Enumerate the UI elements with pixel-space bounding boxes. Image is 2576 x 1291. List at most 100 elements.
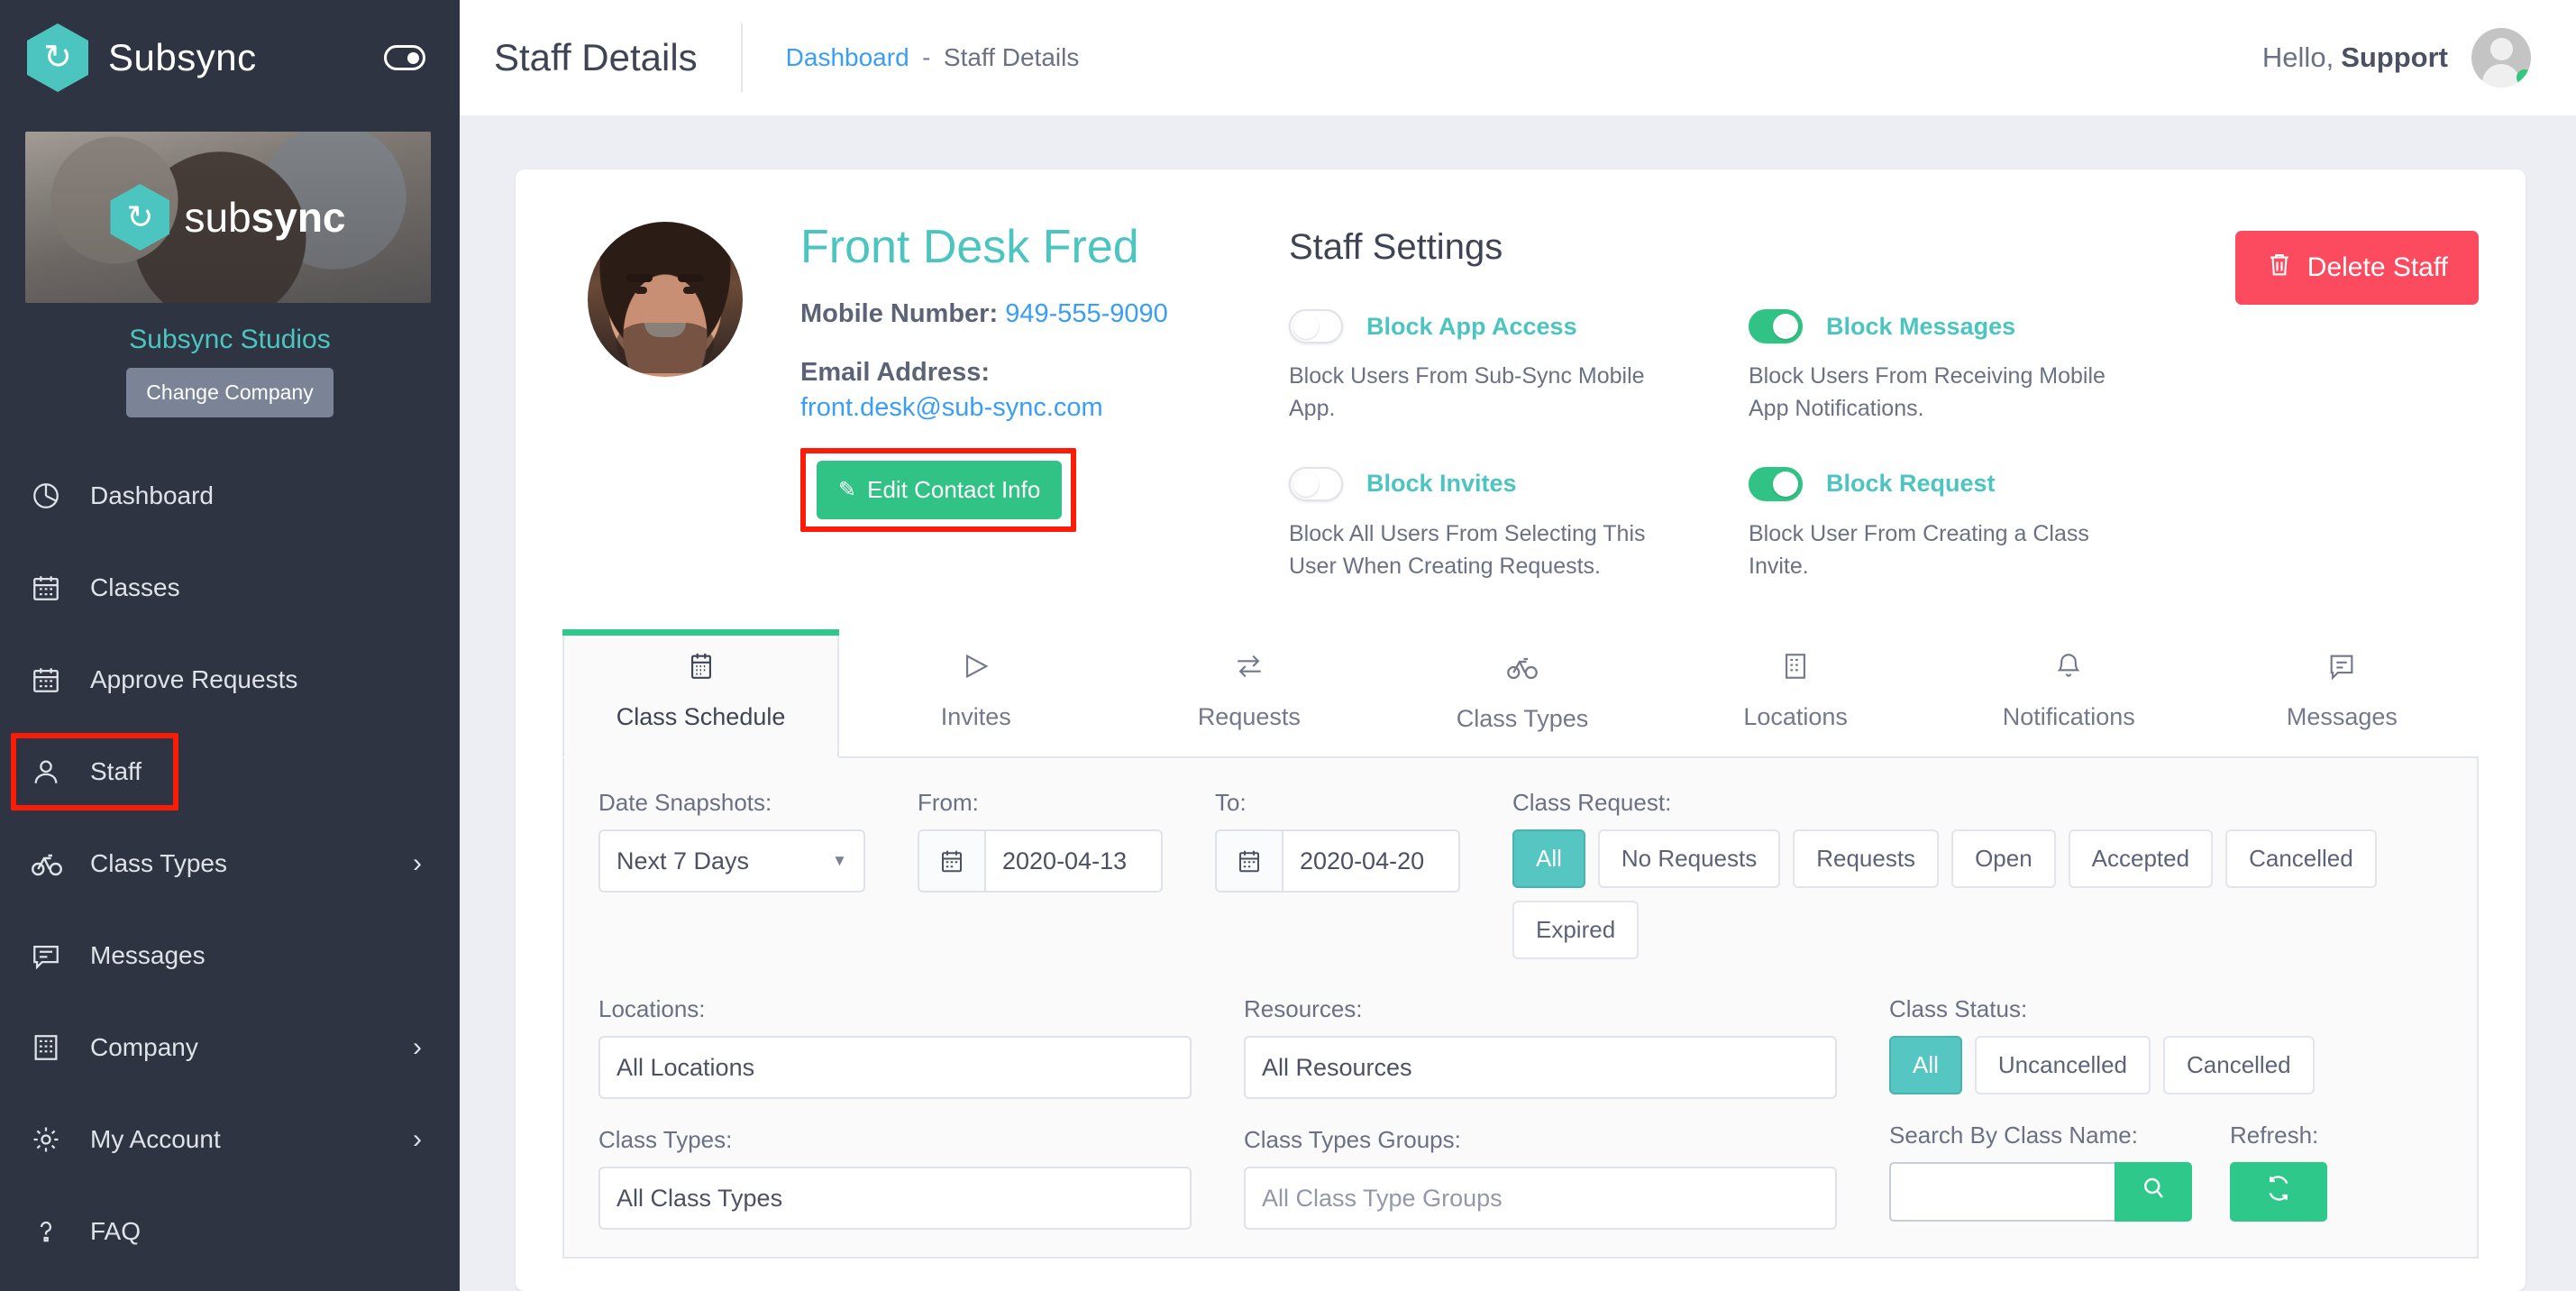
sidebar-item-messages[interactable]: Messages — [0, 910, 460, 1002]
tab-messages[interactable]: Messages — [2206, 631, 2479, 756]
from-date-input[interactable]: 2020-04-13 — [918, 829, 1163, 893]
sidebar-item-label: Approve Requests — [90, 665, 297, 694]
class-request-option-open[interactable]: Open — [1951, 829, 2056, 888]
block-messages-toggle[interactable] — [1749, 309, 1803, 343]
sidebar-toggle-icon[interactable] — [384, 45, 425, 70]
edit-contact-info-button[interactable]: ✎ Edit Contact Info — [817, 461, 1062, 519]
sidebar-item-classes[interactable]: Classes — [0, 542, 460, 634]
to-date-value: 2020-04-20 — [1283, 831, 1424, 891]
setting-block-invites: Block Invites Block All Users From Selec… — [1289, 467, 1731, 583]
email-address-value[interactable]: front.desk@sub-sync.com — [800, 393, 1103, 422]
company-name: Subsync Studios — [25, 325, 434, 355]
tab-class-types[interactable]: Class Types — [1385, 631, 1658, 756]
class-status-label: Class Status: — [1889, 995, 2327, 1023]
setting-description: Block Users From Sub-Sync Mobile App. — [1289, 360, 1676, 426]
sidebar-item-my-account[interactable]: My Account › — [0, 1094, 460, 1186]
from-date-group: From: 2020-04-13 — [918, 789, 1163, 893]
building-icon — [1659, 651, 1932, 687]
chat-icon — [31, 940, 72, 971]
sidebar-item-label: Class Types — [90, 849, 227, 878]
locations-input[interactable]: All Locations — [598, 1036, 1192, 1099]
resources-value: All Resources — [1262, 1054, 1412, 1082]
delete-staff-button[interactable]: Delete Staff — [2235, 231, 2479, 305]
greeting-text: Hello, — [2262, 41, 2334, 73]
class-status-option-cancelled[interactable]: Cancelled — [2163, 1036, 2315, 1094]
class-request-group: Class Request: All No Requests Requests … — [1512, 789, 2443, 959]
class-request-chips: All No Requests Requests Open Accepted C… — [1512, 829, 2443, 959]
tab-label: Invites — [941, 703, 1011, 730]
refresh-button[interactable] — [2230, 1162, 2327, 1222]
staff-name: Front Desk Fred — [800, 222, 1188, 273]
date-snapshots-select[interactable]: Next 7 Days ▼ — [598, 829, 865, 893]
user-icon — [31, 756, 72, 787]
class-types-groups-value: All Class Type Groups — [1262, 1185, 1503, 1213]
exchange-icon — [1112, 651, 1385, 687]
main-area: Staff Details Dashboard - Staff Details … — [460, 0, 2576, 1291]
chevron-right-icon: › — [413, 1034, 422, 1061]
hero-logo-light: sub — [184, 194, 251, 241]
sidebar-item-label: FAQ — [90, 1217, 141, 1246]
class-request-option-requests[interactable]: Requests — [1793, 829, 1939, 888]
tab-label: Requests — [1198, 703, 1301, 730]
date-snapshots-value: Next 7 Days — [617, 847, 749, 875]
class-types-groups-input[interactable]: All Class Type Groups — [1244, 1167, 1837, 1230]
resources-groups-col: Resources: All Resources Class Types Gro… — [1244, 995, 1837, 1230]
tab-label: Class Schedule — [617, 703, 786, 730]
tab-requests[interactable]: Requests — [1112, 631, 1385, 756]
class-request-option-expired[interactable]: Expired — [1512, 901, 1639, 959]
send-icon — [839, 651, 1112, 687]
calendar-icon[interactable] — [919, 831, 986, 891]
sidebar-item-faq[interactable]: FAQ — [0, 1186, 460, 1277]
tab-class-schedule[interactable]: Class Schedule — [562, 631, 839, 758]
to-date-input[interactable]: 2020-04-20 — [1215, 829, 1460, 893]
tab-invites[interactable]: Invites — [839, 631, 1112, 756]
sidebar-item-class-types[interactable]: Class Types › — [0, 818, 460, 910]
question-icon — [31, 1216, 72, 1247]
resources-input[interactable]: All Resources — [1244, 1036, 1837, 1099]
bicycle-icon — [1385, 651, 1658, 689]
page-title: Staff Details — [494, 36, 698, 79]
sync-arrows-icon: ↻ — [27, 23, 88, 92]
trash-icon — [2266, 251, 2293, 285]
sidebar-company-block: ↻ subsync Subsync Studios Change Company — [0, 115, 460, 426]
class-types-input[interactable]: All Class Types — [598, 1167, 1192, 1230]
sidebar-item-label: Staff — [90, 757, 142, 786]
block-app-access-toggle[interactable] — [1289, 309, 1343, 343]
avatar-icon[interactable] — [2471, 28, 2531, 87]
filter-row-2: Locations: All Locations Class Types: Al… — [598, 995, 2443, 1230]
tab-locations[interactable]: Locations — [1659, 631, 1932, 756]
class-types-groups-label: Class Types Groups: — [1244, 1126, 1837, 1154]
block-request-toggle[interactable] — [1749, 467, 1803, 501]
topbar: Staff Details Dashboard - Staff Details … — [460, 0, 2576, 115]
calendar-icon[interactable] — [1217, 831, 1283, 891]
staff-tabs: Class Schedule Invites Requests Class Ty… — [562, 631, 2479, 758]
sidebar-item-approve-requests[interactable]: Approve Requests — [0, 634, 460, 726]
profile-info: Front Desk Fred Mobile Number: 949-555-9… — [800, 222, 1188, 532]
sidebar-item-company[interactable]: Company › — [0, 1002, 460, 1094]
block-invites-toggle[interactable] — [1289, 467, 1343, 501]
tab-notifications[interactable]: Notifications — [1932, 631, 2206, 756]
sidebar-item-label: My Account — [90, 1125, 221, 1154]
breadcrumb-link-dashboard[interactable]: Dashboard — [786, 43, 909, 71]
setting-label: Block Messages — [1826, 313, 2015, 341]
topbar-user[interactable]: Hello,Support — [2262, 28, 2531, 87]
company-hero-image: ↻ subsync — [25, 132, 431, 303]
sidebar-item-staff[interactable]: Staff — [0, 726, 460, 818]
class-request-option-cancelled[interactable]: Cancelled — [2225, 829, 2377, 888]
class-request-option-accepted[interactable]: Accepted — [2069, 829, 2213, 888]
refresh-icon — [2264, 1174, 2293, 1210]
search-button[interactable] — [2115, 1162, 2192, 1222]
class-status-option-uncancelled[interactable]: Uncancelled — [1975, 1036, 2151, 1094]
search-icon — [2140, 1175, 2167, 1209]
profile-row: Front Desk Fred Mobile Number: 949-555-9… — [562, 209, 2479, 582]
breadcrumb-current: Staff Details — [944, 43, 1079, 71]
class-request-option-all[interactable]: All — [1512, 829, 1585, 888]
class-status-option-all[interactable]: All — [1889, 1036, 1962, 1094]
sidebar-item-dashboard[interactable]: Dashboard — [0, 450, 460, 542]
mobile-number-value[interactable]: 949-555-9090 — [1005, 299, 1168, 328]
change-company-button[interactable]: Change Company — [126, 368, 333, 417]
calendar-icon — [31, 664, 72, 695]
search-by-class-name-label: Search By Class Name: — [1889, 1122, 2192, 1149]
class-request-option-no-requests[interactable]: No Requests — [1598, 829, 1780, 888]
search-input[interactable] — [1889, 1162, 2115, 1222]
